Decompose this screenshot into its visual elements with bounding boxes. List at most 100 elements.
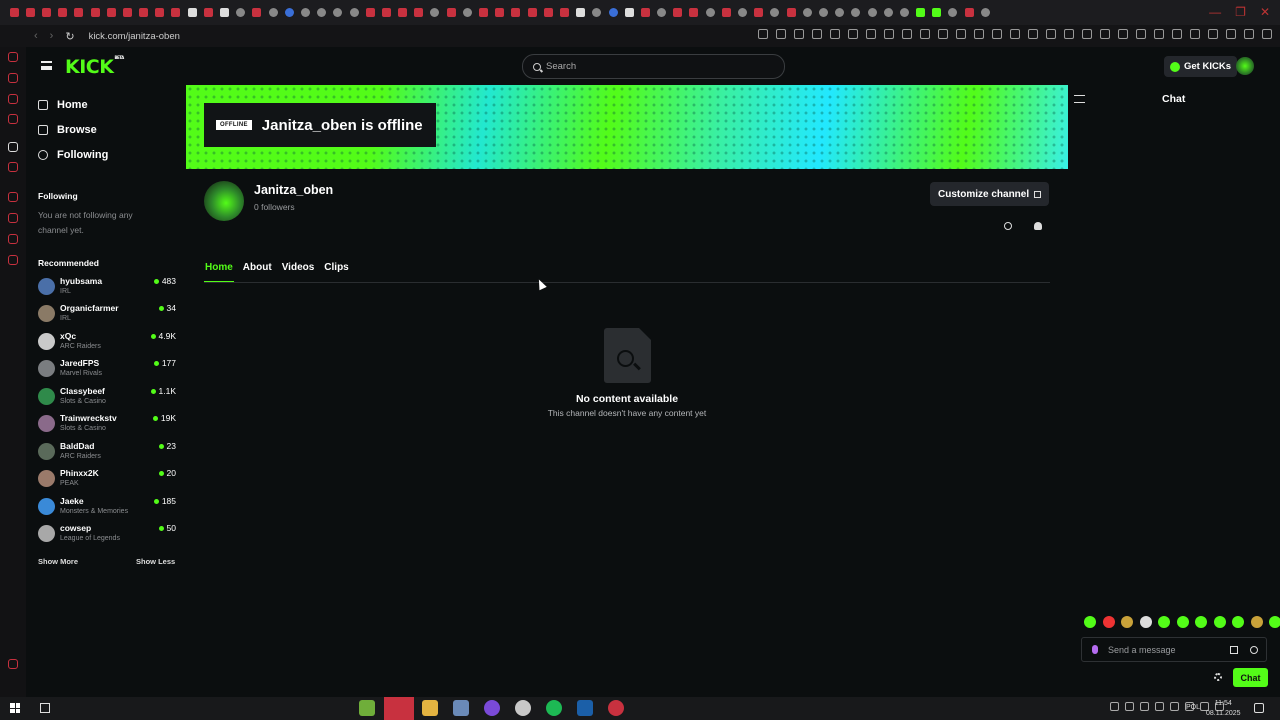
emote-icon[interactable] xyxy=(1232,616,1244,628)
windows-start-icon[interactable] xyxy=(10,703,20,713)
chat-settings-icon[interactable] xyxy=(1214,673,1222,681)
file-explorer-icon[interactable] xyxy=(422,700,438,716)
tab-favicon[interactable] xyxy=(543,8,553,17)
tab-favicon[interactable] xyxy=(559,8,569,17)
extension-icon[interactable] xyxy=(848,29,858,39)
tab-favicon[interactable] xyxy=(964,8,974,17)
emote-icon[interactable] xyxy=(1139,616,1152,628)
tab-favicon[interactable] xyxy=(980,8,990,17)
tab-favicon[interactable] xyxy=(430,8,440,17)
extension-icon[interactable] xyxy=(1154,29,1164,39)
tab-clips[interactable]: Clips xyxy=(323,262,349,283)
tray-chevron-icon[interactable] xyxy=(1110,702,1119,711)
show-less-button[interactable]: Show Less xyxy=(136,557,175,566)
tab-favicon[interactable] xyxy=(851,8,861,17)
send-chat-button[interactable]: Chat xyxy=(1233,668,1268,687)
tab-favicon[interactable] xyxy=(802,8,812,17)
extension-icon[interactable] xyxy=(776,29,786,39)
extension-icon[interactable] xyxy=(794,29,804,39)
url-field[interactable]: kick.com/janitza-oben xyxy=(89,31,180,42)
tab-favicon[interactable] xyxy=(398,8,408,17)
gx-icon[interactable] xyxy=(8,659,18,669)
recommended-channel[interactable]: Jaeke Monsters & Memories 185 xyxy=(38,496,176,520)
tab-favicon[interactable] xyxy=(171,8,181,17)
tab-favicon[interactable] xyxy=(58,8,68,17)
extension-icon[interactable] xyxy=(1136,29,1146,39)
wifi-icon[interactable] xyxy=(1170,702,1179,711)
tray-icon[interactable] xyxy=(1140,702,1149,711)
emote-icon[interactable] xyxy=(1269,616,1280,628)
forward-icon[interactable]: › xyxy=(50,30,54,43)
extension-icon[interactable] xyxy=(1082,29,1092,39)
tab-favicon[interactable] xyxy=(187,8,197,17)
extension-icon[interactable] xyxy=(902,29,912,39)
tab-favicon[interactable] xyxy=(365,8,375,17)
tab-favicon[interactable] xyxy=(9,8,19,17)
minecraft-icon[interactable] xyxy=(359,700,375,716)
extension-icon[interactable] xyxy=(1100,29,1110,39)
tab-favicon[interactable] xyxy=(139,8,149,17)
tab-favicon[interactable] xyxy=(592,8,602,17)
mic-icon[interactable] xyxy=(1092,645,1098,654)
reload-icon[interactable]: ↻ xyxy=(65,30,74,43)
extension-icon[interactable] xyxy=(1244,29,1254,39)
back-icon[interactable]: ‹ xyxy=(34,30,38,43)
collapse-chat-icon[interactable] xyxy=(1074,95,1085,103)
tab-favicon[interactable] xyxy=(721,8,731,17)
recommended-channel[interactable]: cowsep League of Legends 50 xyxy=(38,523,176,547)
tab-favicon[interactable] xyxy=(738,8,748,17)
show-more-button[interactable]: Show More xyxy=(38,557,78,566)
tab-favicon[interactable] xyxy=(268,8,278,17)
customize-channel-button[interactable]: Customize channel xyxy=(930,182,1050,206)
extension-icon[interactable] xyxy=(938,29,948,39)
chat-message-input[interactable]: Send a message xyxy=(1081,637,1267,662)
recommended-channel[interactable]: JaredFPS Marvel Rivals 177 xyxy=(38,358,176,382)
tab-favicon[interactable] xyxy=(25,8,35,17)
speaker-icon[interactable] xyxy=(1155,702,1164,711)
tab-favicon[interactable] xyxy=(155,8,165,17)
extension-icon[interactable] xyxy=(1064,29,1074,39)
recommended-channel[interactable]: hyubsama IRL 483 xyxy=(38,276,176,300)
tab-home[interactable]: Home xyxy=(204,262,234,283)
app-icon[interactable] xyxy=(515,700,531,716)
extension-icon[interactable] xyxy=(812,29,822,39)
youtube-icon[interactable] xyxy=(8,114,18,124)
tab-favicon[interactable] xyxy=(203,8,213,17)
translate-icon[interactable] xyxy=(1230,646,1238,654)
messenger-icon[interactable] xyxy=(8,52,18,62)
tab-favicon-kick[interactable] xyxy=(916,8,926,17)
tab-favicon[interactable] xyxy=(818,8,828,17)
tab-favicon[interactable] xyxy=(673,8,683,17)
tab-favicon[interactable] xyxy=(446,8,456,17)
app-icon[interactable] xyxy=(608,700,624,716)
menu-icon[interactable] xyxy=(41,61,52,70)
emote-icon[interactable] xyxy=(1250,616,1263,628)
extension-icon[interactable] xyxy=(1118,29,1128,39)
chat-bubble-icon[interactable] xyxy=(8,234,18,244)
tab-favicon[interactable] xyxy=(349,8,359,17)
extension-icon[interactable] xyxy=(884,29,894,39)
tab-about[interactable]: About xyxy=(242,262,273,283)
tab-favicon[interactable] xyxy=(786,8,796,17)
emote-icon[interactable] xyxy=(1176,616,1189,628)
emote-icon[interactable] xyxy=(1158,616,1170,628)
tab-favicon[interactable] xyxy=(252,8,262,17)
tab-favicon[interactable] xyxy=(74,8,84,17)
clock[interactable]: 11:54 08.11.2025 xyxy=(1206,699,1241,718)
minimize-icon[interactable]: — xyxy=(1209,5,1221,19)
mic-tray-icon[interactable] xyxy=(1125,702,1134,711)
emote-icon[interactable] xyxy=(1195,616,1207,628)
recommended-channel[interactable]: Classybeef Slots & Casino 1.1K xyxy=(38,386,176,410)
tab-favicon[interactable] xyxy=(576,8,586,17)
tab-favicon[interactable] xyxy=(479,8,489,17)
tab-favicon[interactable] xyxy=(90,8,100,17)
tab-favicon[interactable] xyxy=(948,8,958,17)
tab-favicon[interactable] xyxy=(300,8,310,17)
tab-favicon[interactable] xyxy=(333,8,343,17)
channel-avatar[interactable] xyxy=(204,181,244,221)
extension-icon[interactable] xyxy=(1046,29,1056,39)
recommended-channel[interactable]: xQc ARC Raiders 4.9K xyxy=(38,331,176,355)
get-kicks-button[interactable]: Get KICKs xyxy=(1164,56,1237,77)
tab-favicon[interactable] xyxy=(511,8,521,17)
extension-icon[interactable] xyxy=(1028,29,1038,39)
